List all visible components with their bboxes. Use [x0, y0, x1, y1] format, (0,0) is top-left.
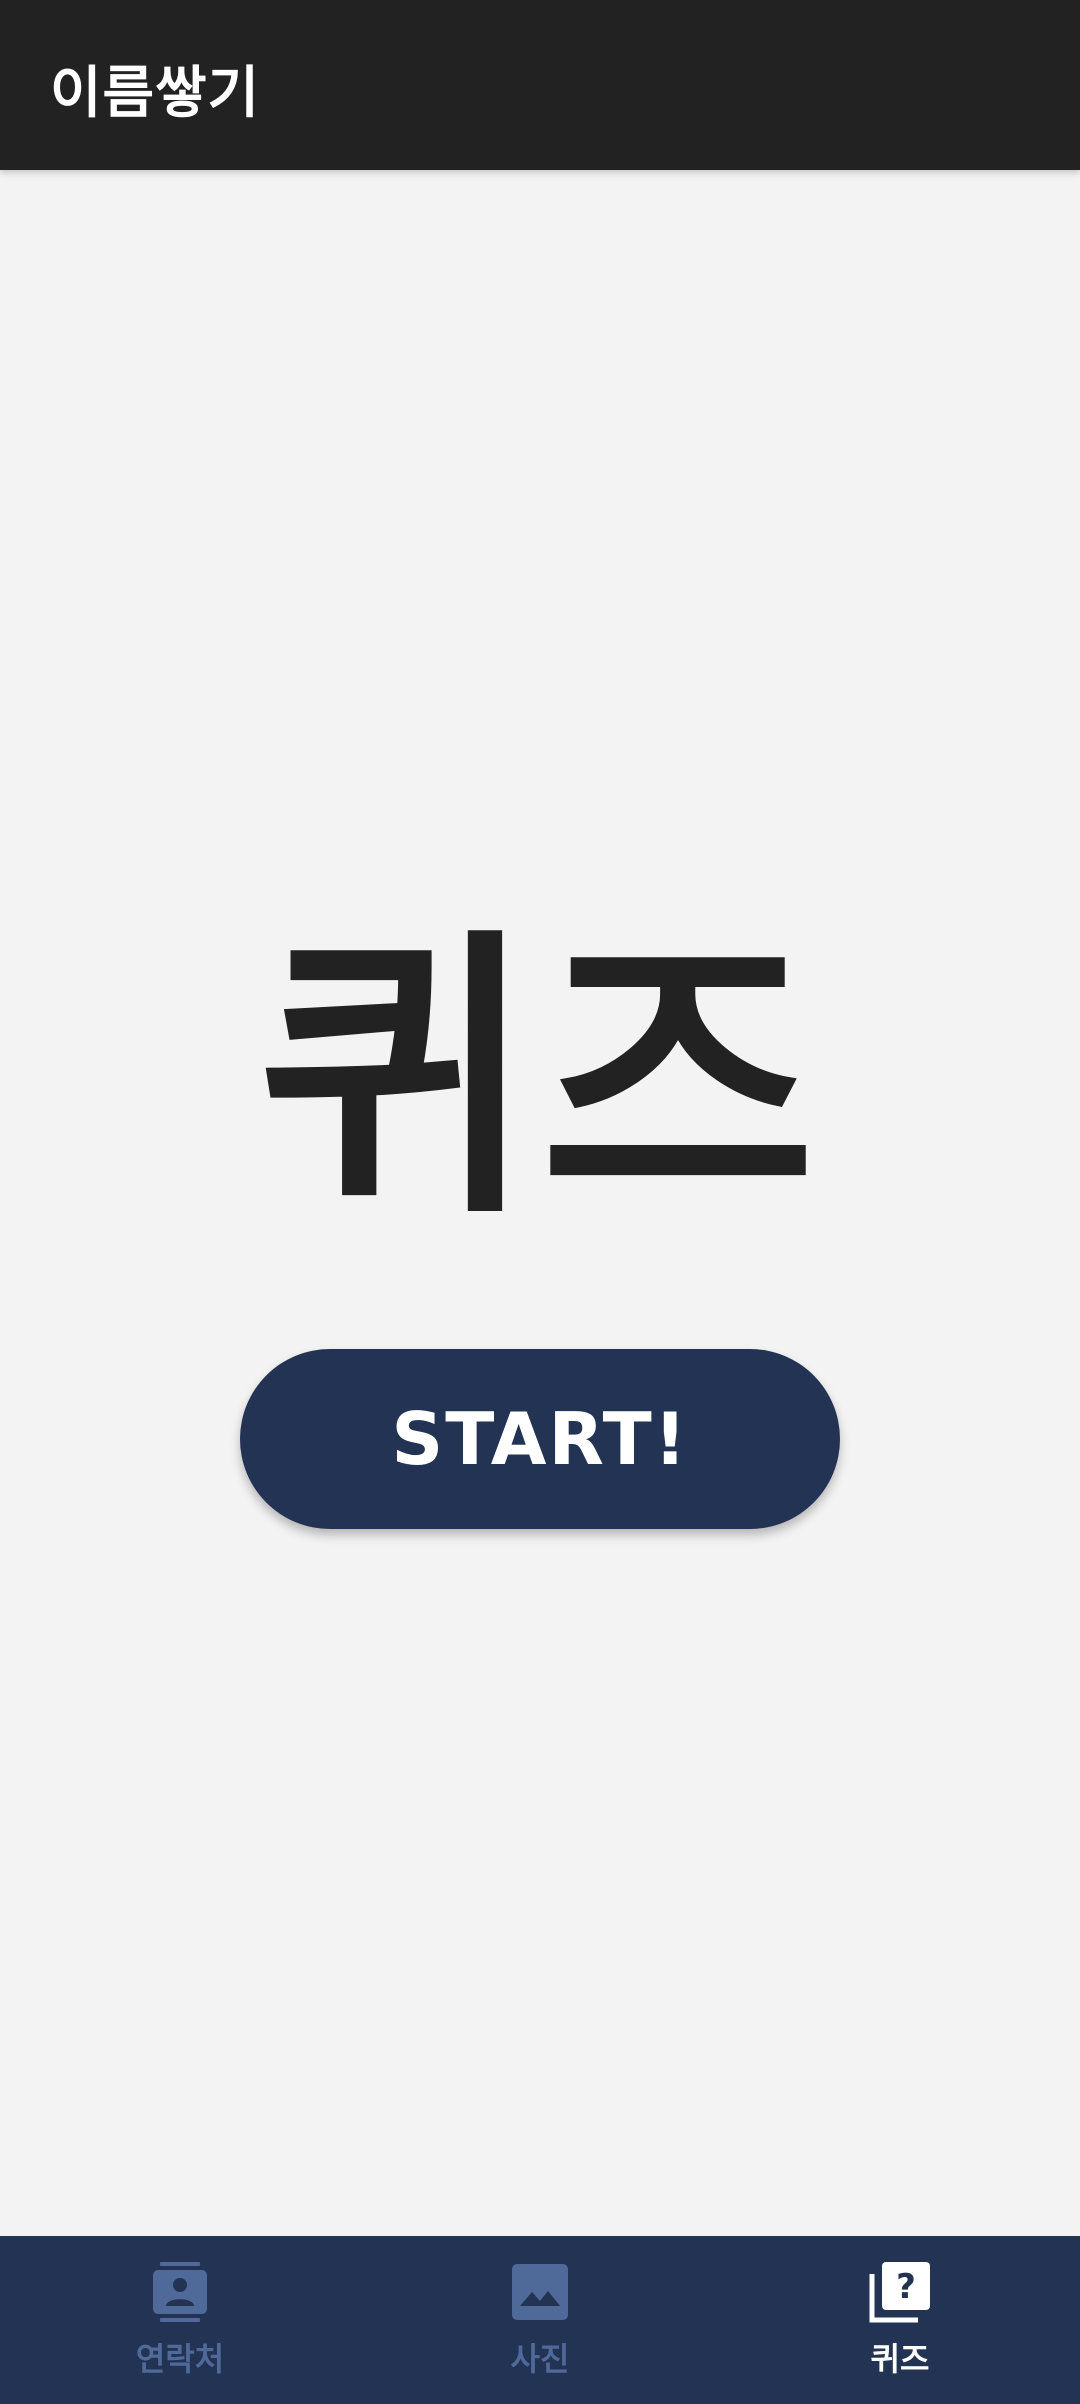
nav-label-quiz: 퀴즈 — [870, 2340, 930, 2378]
contacts-icon — [153, 2262, 207, 2322]
quiz-title: 퀴즈 — [258, 905, 822, 1254]
quiz-screen: 퀴즈 START! — [0, 170, 1080, 2236]
nav-item-quiz[interactable]: ? 퀴즈 — [720, 2236, 1080, 2404]
nav-label-contacts: 연락처 — [135, 2340, 225, 2378]
quiz-icon: ? — [869, 2262, 930, 2323]
start-button[interactable]: START! — [240, 1349, 840, 1529]
svg-text:?: ? — [896, 2267, 916, 2307]
nav-item-photos[interactable]: 사진 — [360, 2236, 720, 2404]
app-bar: 이름쌓기 — [0, 0, 1080, 170]
nav-item-contacts[interactable]: 연락처 — [0, 2236, 360, 2404]
nav-label-photos: 사진 — [510, 2340, 570, 2378]
image-icon — [512, 2264, 568, 2320]
app-title: 이름쌓기 — [50, 61, 261, 126]
bottom-navigation: 연락처 사진 ? 퀴즈 — [0, 2236, 1080, 2404]
